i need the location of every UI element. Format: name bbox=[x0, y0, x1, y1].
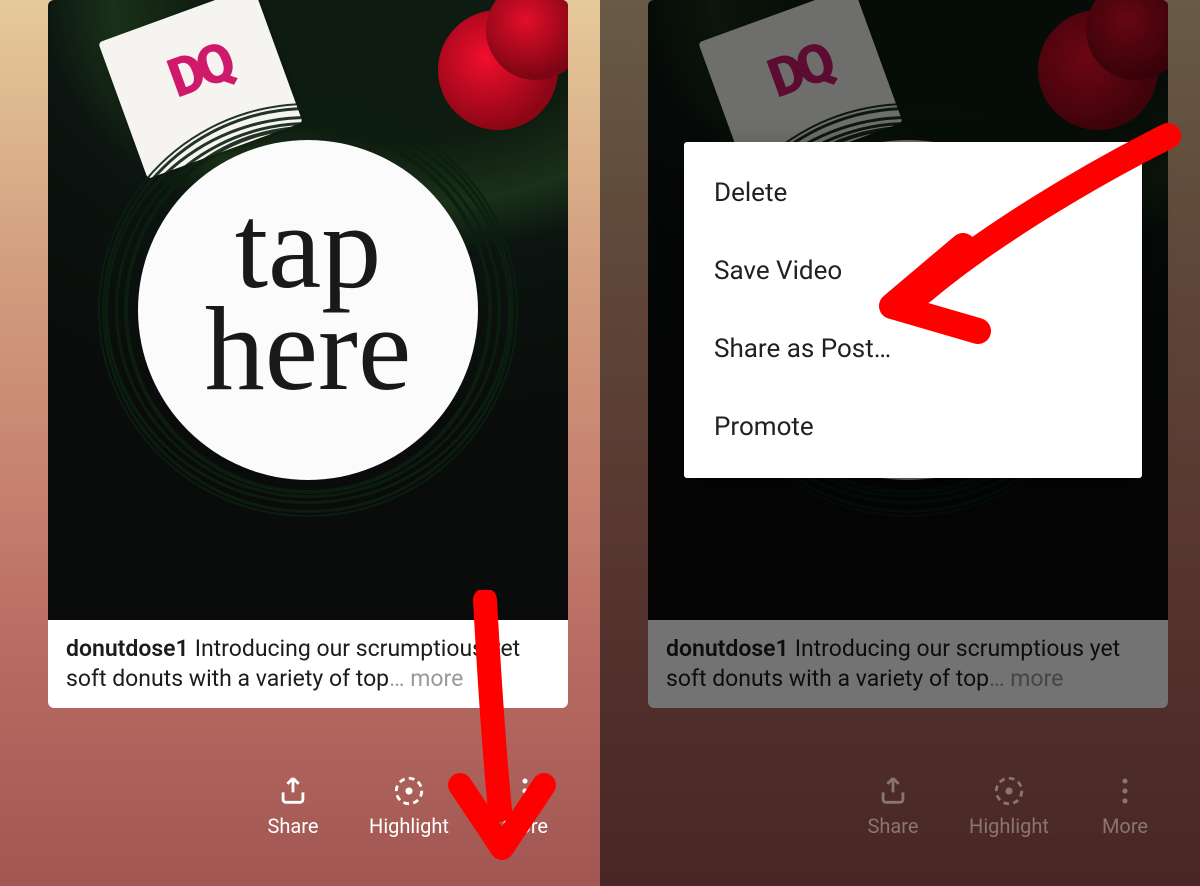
more-button[interactable]: More bbox=[480, 774, 570, 838]
story-toolbar: Share Highlight More bbox=[0, 746, 600, 886]
menu-item-promote[interactable]: Promote bbox=[684, 388, 1142, 466]
menu-item-delete[interactable]: Delete bbox=[684, 154, 1142, 232]
more-icon bbox=[1108, 774, 1142, 808]
share-icon bbox=[276, 774, 310, 808]
story-toolbar-dimmed: Share Highlight More bbox=[600, 746, 1200, 886]
story-archive-screen: DQ taphere donutdose1Introducing our scr… bbox=[0, 0, 600, 886]
more-icon bbox=[508, 774, 542, 808]
more-label: More bbox=[502, 814, 548, 838]
brand-logo-text: DQ bbox=[760, 31, 838, 111]
share-icon bbox=[876, 774, 910, 808]
highlight-button[interactable]: Highlight bbox=[364, 774, 454, 838]
caption-username[interactable]: donutdose1 bbox=[66, 635, 189, 662]
more-label: More bbox=[1102, 814, 1148, 838]
story-caption: donutdose1Introducing our scrumptious ye… bbox=[648, 620, 1168, 708]
highlight-label: Highlight bbox=[369, 814, 449, 838]
more-button[interactable]: More bbox=[1080, 774, 1170, 838]
share-button[interactable]: Share bbox=[248, 774, 338, 838]
brand-logo-text: DQ bbox=[160, 31, 238, 111]
caption-username: donutdose1 bbox=[666, 635, 789, 662]
caption-more: … more bbox=[989, 665, 1063, 692]
story-caption[interactable]: donutdose1Introducing our scrumptious ye… bbox=[48, 620, 568, 708]
highlight-button[interactable]: Highlight bbox=[964, 774, 1054, 838]
story-media[interactable]: DQ taphere donutdose1Introducing our scr… bbox=[48, 0, 568, 708]
highlight-label: Highlight bbox=[969, 814, 1049, 838]
menu-item-share-as-post[interactable]: Share as Post… bbox=[684, 310, 1142, 388]
rose-decor bbox=[398, 0, 568, 150]
highlight-icon bbox=[992, 774, 1026, 808]
more-menu: Delete Save Video Share as Post… Promote bbox=[684, 142, 1142, 478]
share-button[interactable]: Share bbox=[848, 774, 938, 838]
highlight-icon bbox=[392, 774, 426, 808]
share-label: Share bbox=[268, 814, 319, 838]
menu-item-save-video[interactable]: Save Video bbox=[684, 232, 1142, 310]
caption-more[interactable]: … more bbox=[389, 665, 463, 692]
share-label: Share bbox=[868, 814, 919, 838]
